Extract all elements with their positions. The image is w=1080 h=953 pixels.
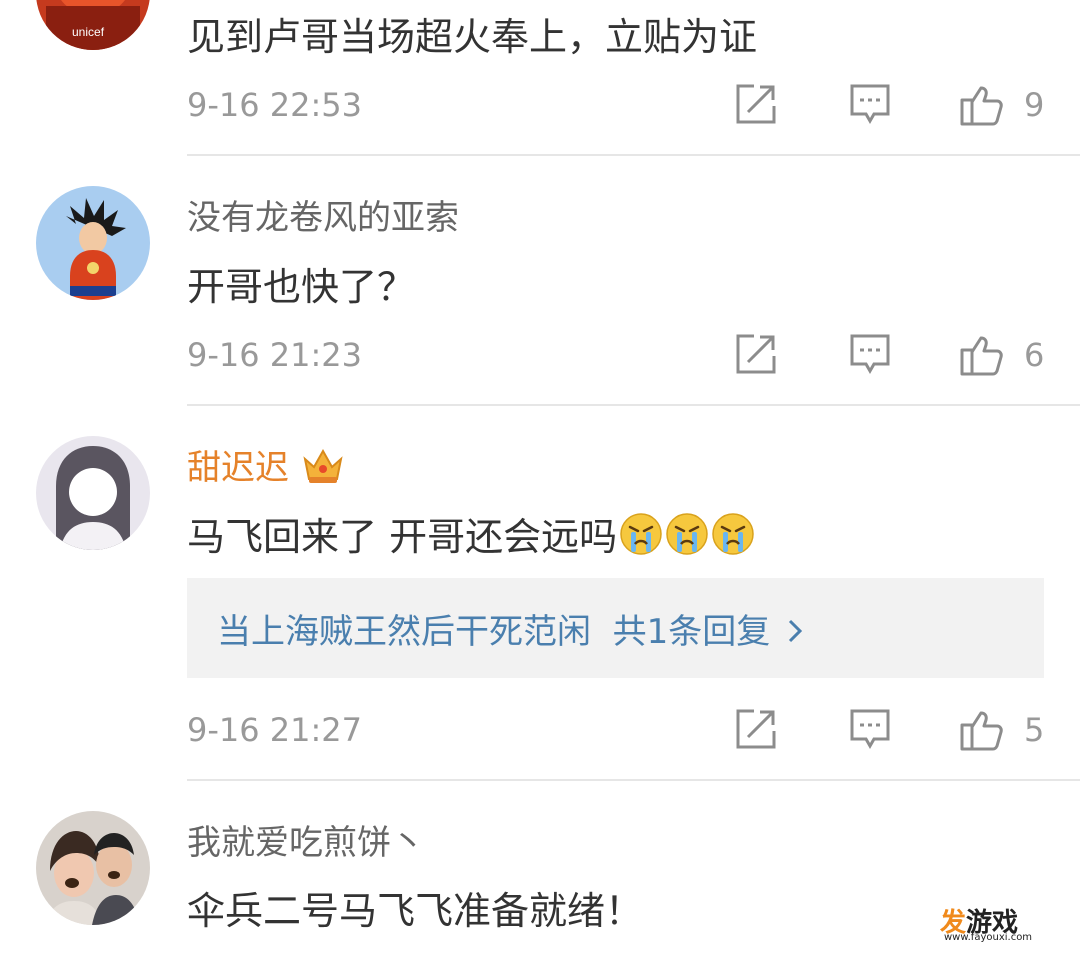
avatar[interactable] — [36, 811, 150, 925]
username[interactable]: 甜迟迟 — [187, 440, 345, 494]
comment-icon[interactable] — [846, 330, 894, 378]
reply-count: 共1条回复 — [612, 612, 771, 652]
thumbs-up-icon[interactable] — [958, 705, 1006, 753]
avatar[interactable] — [36, 436, 150, 550]
watermark: 发游戏 www.fayouxi.com — [860, 898, 1060, 948]
comment-meta: 9-16 22:53 9 — [187, 80, 1044, 130]
timestamp: 9-16 22:53 — [187, 86, 363, 124]
share-icon[interactable] — [732, 705, 780, 753]
share-icon[interactable] — [732, 80, 780, 128]
like-count: 6 — [1024, 336, 1045, 374]
username[interactable]: 我就爱吃煎饼丶 — [187, 815, 425, 864]
crying-face-icon — [665, 512, 709, 565]
chevron-right-icon — [786, 614, 804, 654]
comment-text: 马飞回来了 开哥还会远吗 — [187, 506, 755, 565]
reply-preview-link[interactable]: 当上海贼王然后干死范闲 共1条回复 — [217, 604, 804, 654]
username-label: 甜迟迟 — [187, 448, 289, 488]
comment-meta: 9-16 21:27 5 — [187, 705, 1044, 755]
timestamp: 9-16 21:27 — [187, 711, 363, 749]
reply-preview-text: 当上海贼王然后干死范闲 — [217, 612, 591, 652]
crown-icon — [301, 445, 345, 494]
timestamp: 9-16 21:23 — [187, 336, 363, 374]
comment-text: 伞兵二号马飞飞准备就绪！ — [187, 889, 644, 933]
watermark-url: www.fayouxi.com — [944, 932, 1033, 943]
comment-icon[interactable] — [846, 80, 894, 128]
comment-icon[interactable] — [846, 705, 894, 753]
comment-text-label: 马飞回来了 开哥还会远吗 — [187, 515, 618, 559]
like-count: 5 — [1024, 711, 1045, 749]
username[interactable]: 没有龙卷风的亚索 — [187, 190, 459, 239]
svg-text:unicef: unicef — [72, 25, 105, 39]
comment-text: 见到卢哥当场超火奉上，立贴为证 — [187, 15, 758, 59]
divider — [187, 404, 1080, 406]
share-icon[interactable] — [732, 330, 780, 378]
comment-text: 开哥也快了？ — [187, 265, 416, 309]
divider — [187, 779, 1080, 781]
reply-preview[interactable]: 当上海贼王然后干死范闲 共1条回复 — [187, 578, 1044, 678]
like-count: 9 — [1024, 86, 1045, 124]
crying-face-icon — [619, 512, 663, 565]
divider — [187, 154, 1080, 156]
avatar[interactable]: unicef — [36, 0, 150, 50]
thumbs-up-icon[interactable] — [958, 330, 1006, 378]
thumbs-up-icon[interactable] — [958, 80, 1006, 128]
crying-face-icon — [711, 512, 755, 565]
comment-meta: 9-16 21:23 6 — [187, 330, 1044, 380]
avatar[interactable] — [36, 186, 150, 300]
